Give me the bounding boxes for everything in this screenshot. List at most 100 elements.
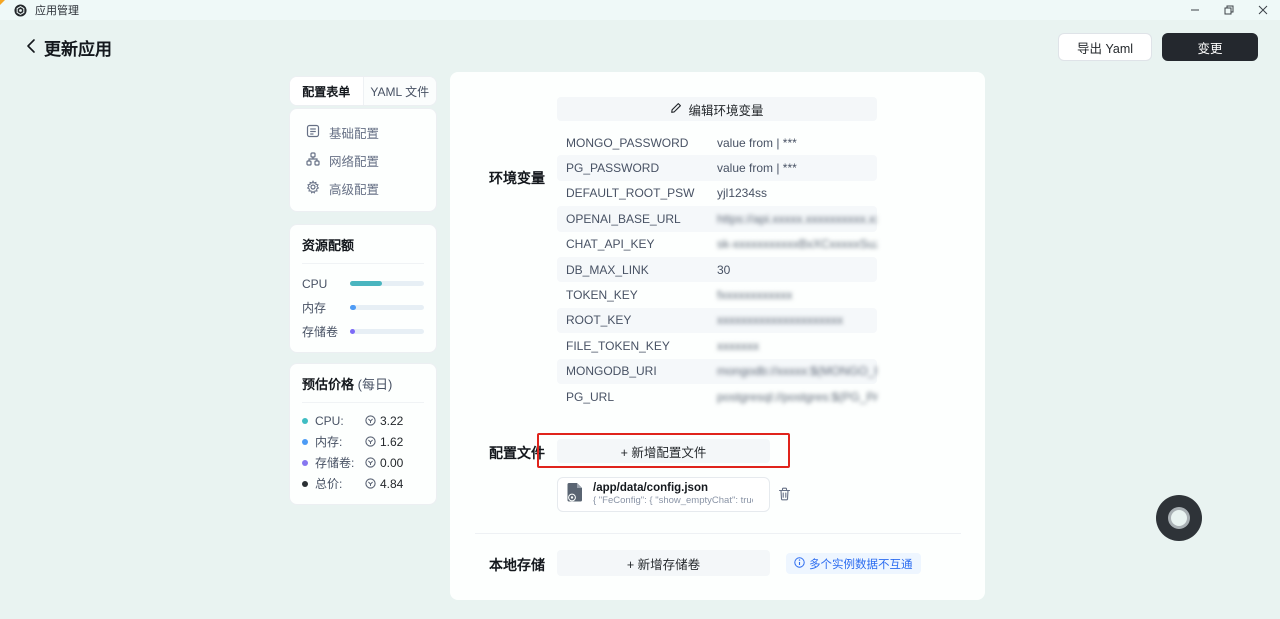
env-var-value: xxxxxxx xyxy=(717,339,877,353)
env-var-row: DEFAULT_ROOT_PSW yjl1234ss xyxy=(557,181,877,206)
quota-slider-fill xyxy=(350,305,357,310)
section-divider xyxy=(475,533,961,534)
coin-icon xyxy=(365,415,376,426)
env-var-row: OPENAI_BASE_URL https://api.xxxxx.xxxxxx… xyxy=(557,206,877,231)
env-var-row: MONGODB_URI mongodb://xxxxx:$(MONGO_PASS… xyxy=(557,359,877,384)
price-row: 存储卷: 0.00 xyxy=(302,452,424,473)
env-var-value: yjl1234ss xyxy=(717,186,877,200)
restore-button[interactable] xyxy=(1212,0,1246,20)
env-section-label: 环境变量 xyxy=(489,168,545,188)
nav-item[interactable]: 高级配置 xyxy=(290,174,436,202)
env-var-value: postgresql://postgres:$(PG_PASS... xyxy=(717,390,877,404)
price-value: 0.00 xyxy=(380,456,403,470)
price-dot xyxy=(302,481,308,487)
env-var-value: value from | *** xyxy=(717,136,877,150)
edit-icon xyxy=(670,102,682,117)
apply-change-button[interactable]: 变更 xyxy=(1162,33,1258,61)
quota-slider[interactable] xyxy=(350,281,425,286)
quota-row: CPU xyxy=(302,273,424,294)
config-nav: 基础配置 网络配置 高级配置 xyxy=(289,108,437,212)
env-var-list: MONGO_PASSWORD value from | *** PG_PASSW… xyxy=(557,130,877,409)
form-icon xyxy=(306,124,320,141)
env-var-value: value from | *** xyxy=(717,161,877,175)
title-bar: 应用管理 xyxy=(0,0,1280,20)
tab-item[interactable]: 配置表单 xyxy=(290,77,364,105)
quota-slider-fill xyxy=(350,329,355,334)
env-var-key: ROOT_KEY xyxy=(557,313,717,327)
config-file-card[interactable]: /app/data/config.json { "FeConfig": { "s… xyxy=(557,477,770,512)
env-var-key: FILE_TOKEN_KEY xyxy=(557,339,717,353)
price-value: 3.22 xyxy=(380,414,403,428)
price-value: 4.84 xyxy=(380,477,403,491)
corner-flag xyxy=(0,0,5,5)
price-row: 总价: 4.84 xyxy=(302,473,424,494)
quota-rows: CPU 内存 存储卷 xyxy=(302,264,424,342)
env-var-value: sk-xxxxxxxxxxxBxXCxxxxxSuzd... xyxy=(717,237,877,251)
tab-item[interactable]: YAML 文件 xyxy=(364,77,437,105)
quota-slider[interactable] xyxy=(350,305,425,310)
edit-env-button-label: 编辑环境变量 xyxy=(688,100,763,119)
multi-instance-notice: 多个实例数据不互通 xyxy=(786,553,921,574)
config-mode-tabs: 配置表单 YAML 文件 xyxy=(289,76,437,106)
quota-slider-fill xyxy=(350,281,383,286)
tab-label: 配置表单 xyxy=(302,83,350,100)
price-card: 预估价格 (每日) CPU: 3.22 内存: xyxy=(289,363,437,505)
env-var-key: TOKEN_KEY xyxy=(557,288,717,302)
price-label: CPU: xyxy=(315,414,359,428)
minimize-button[interactable] xyxy=(1178,0,1212,20)
env-var-row: PG_PASSWORD value from | *** xyxy=(557,155,877,180)
page-title: 更新应用 xyxy=(44,35,112,60)
edit-env-button[interactable]: 编辑环境变量 xyxy=(557,97,877,121)
nav-item[interactable]: 网络配置 xyxy=(290,146,436,174)
env-var-row: FILE_TOKEN_KEY xxxxxxx xyxy=(557,333,877,358)
sidebar: 配置表单 YAML 文件 基础配置 xyxy=(289,76,437,515)
env-var-key: PG_URL xyxy=(557,390,717,404)
add-volume-button[interactable]: + 新增存储卷 xyxy=(557,550,770,576)
price-label: 总价: xyxy=(315,475,359,492)
config-files-section-label: 配置文件 xyxy=(489,443,545,463)
price-label: 内存: xyxy=(315,433,359,450)
coin-icon xyxy=(365,478,376,489)
export-yaml-button[interactable]: 导出 Yaml xyxy=(1058,33,1152,61)
app-logo-icon xyxy=(14,4,27,17)
config-file-texts: /app/data/config.json { "FeConfig": { "s… xyxy=(593,482,753,507)
gear-icon xyxy=(306,180,320,197)
quota-label: 存储卷 xyxy=(302,323,350,340)
env-var-key: MONGODB_URI xyxy=(557,364,717,378)
delete-config-file-button[interactable] xyxy=(775,485,793,503)
cursor-ring-hole xyxy=(1171,510,1187,526)
nav-item-label: 网络配置 xyxy=(329,151,379,170)
back-button[interactable] xyxy=(20,36,40,56)
env-var-row: DB_MAX_LINK 30 xyxy=(557,257,877,282)
env-var-key: CHAT_API_KEY xyxy=(557,237,717,251)
add-config-file-button[interactable]: + 新增配置文件 xyxy=(557,439,770,463)
env-var-value: xxxxxxxxxxxxxxxxxxxxx xyxy=(717,313,877,327)
env-var-value: fxxxxxxxxxxxx xyxy=(717,288,877,302)
nav-item[interactable]: 基础配置 xyxy=(290,118,436,146)
price-dot xyxy=(302,460,308,466)
price-title-sub: (每日) xyxy=(358,377,393,392)
app-title: 应用管理 xyxy=(35,2,79,18)
info-icon xyxy=(794,557,805,571)
close-button[interactable] xyxy=(1246,0,1280,20)
price-row: 内存: 1.62 xyxy=(302,431,424,452)
config-file-preview: { "FeConfig": { "show_emptyChat": true, … xyxy=(593,495,753,507)
env-var-row: CHAT_API_KEY sk-xxxxxxxxxxxBxXCxxxxxSuzd… xyxy=(557,232,877,257)
quota-row: 存储卷 xyxy=(302,321,424,342)
env-var-row: TOKEN_KEY fxxxxxxxxxxxx xyxy=(557,282,877,307)
quota-label: 内存 xyxy=(302,299,350,316)
coin-icon xyxy=(365,436,376,447)
page-header: 更新应用 导出 Yaml 变更 xyxy=(0,20,1280,72)
env-var-key: OPENAI_BASE_URL xyxy=(557,212,717,226)
coin-icon xyxy=(365,457,376,468)
env-var-row: ROOT_KEY xxxxxxxxxxxxxxxxxxxxx xyxy=(557,308,877,333)
local-storage-section-label: 本地存储 xyxy=(489,555,545,575)
price-title-main: 预估价格 xyxy=(302,377,354,392)
price-rows: CPU: 3.22 内存: 1.62 xyxy=(302,403,424,494)
quota-slider[interactable] xyxy=(350,329,425,334)
quota-row: 内存 xyxy=(302,297,424,318)
cursor-ring-inner xyxy=(1168,507,1190,529)
price-value: 1.62 xyxy=(380,435,403,449)
network-icon xyxy=(306,152,320,169)
env-var-key: PG_PASSWORD xyxy=(557,161,717,175)
